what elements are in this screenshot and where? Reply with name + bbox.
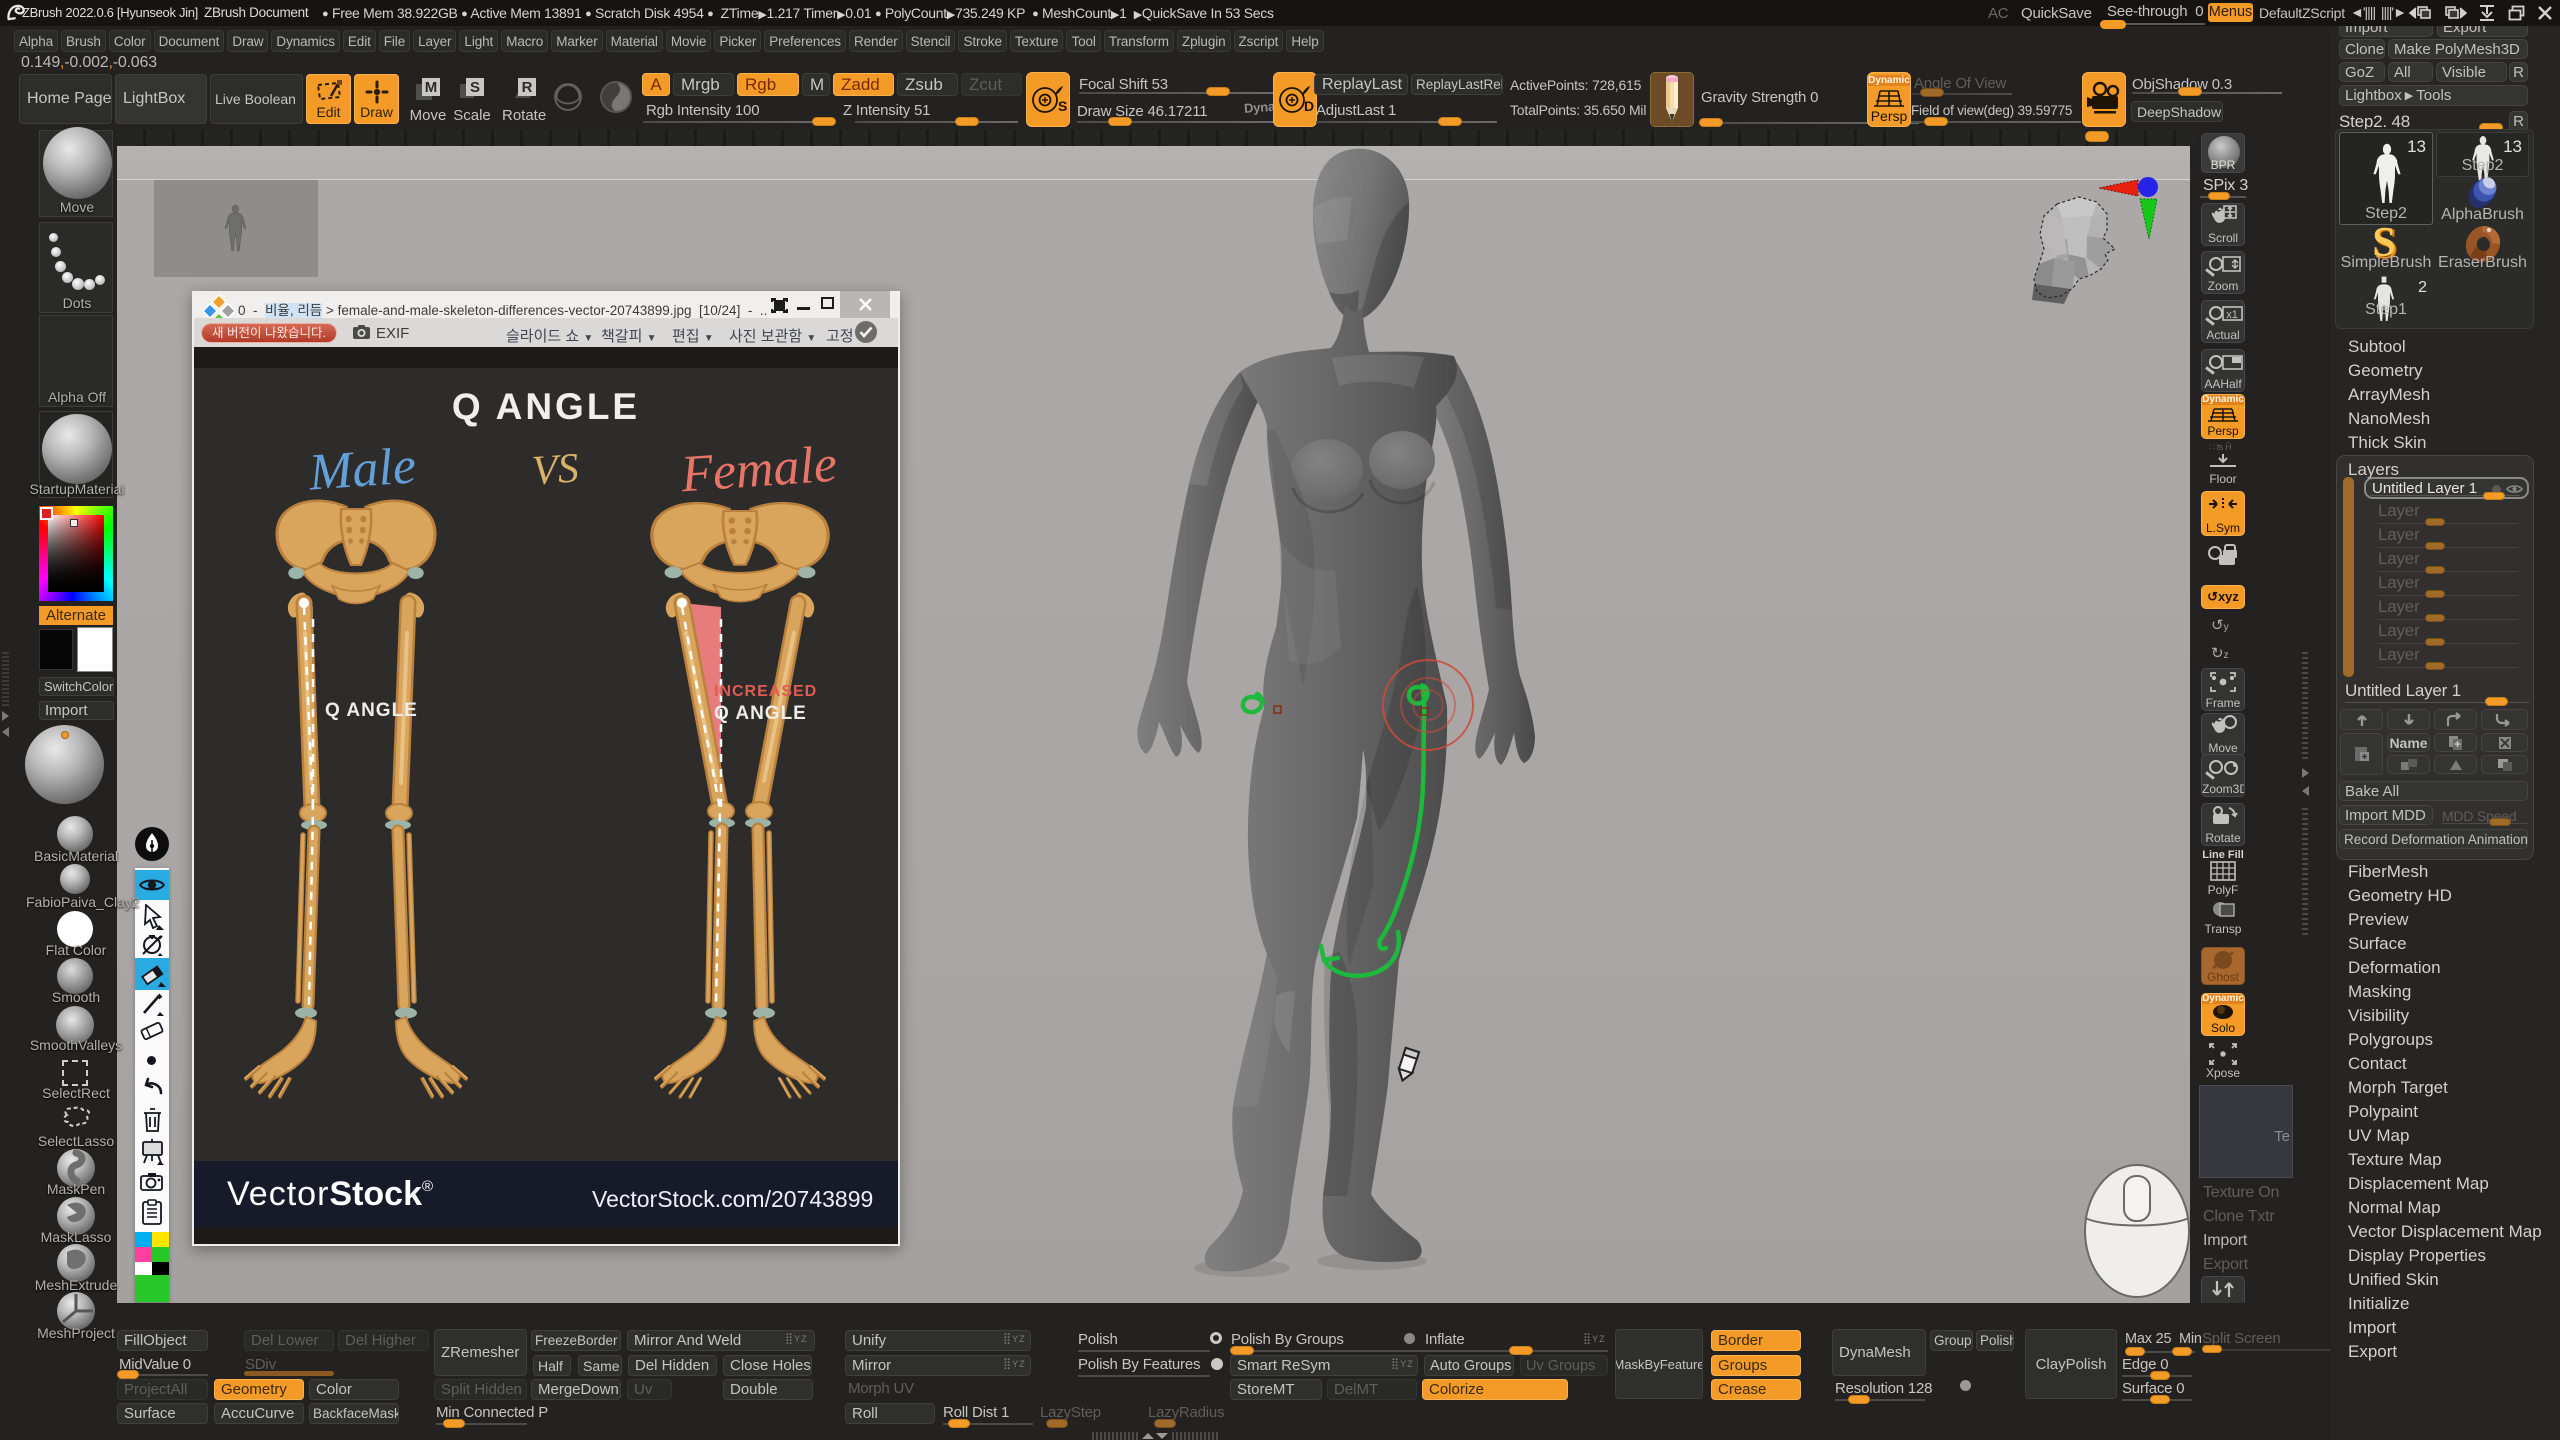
svg-text:x1: x1 [2226,309,2238,321]
svg-text:D: D [1304,98,1314,114]
svg-text:M: M [425,79,438,96]
svg-text:S: S [470,79,480,96]
svg-text:S: S [1058,98,1067,114]
svg-text:R: R [522,79,533,96]
